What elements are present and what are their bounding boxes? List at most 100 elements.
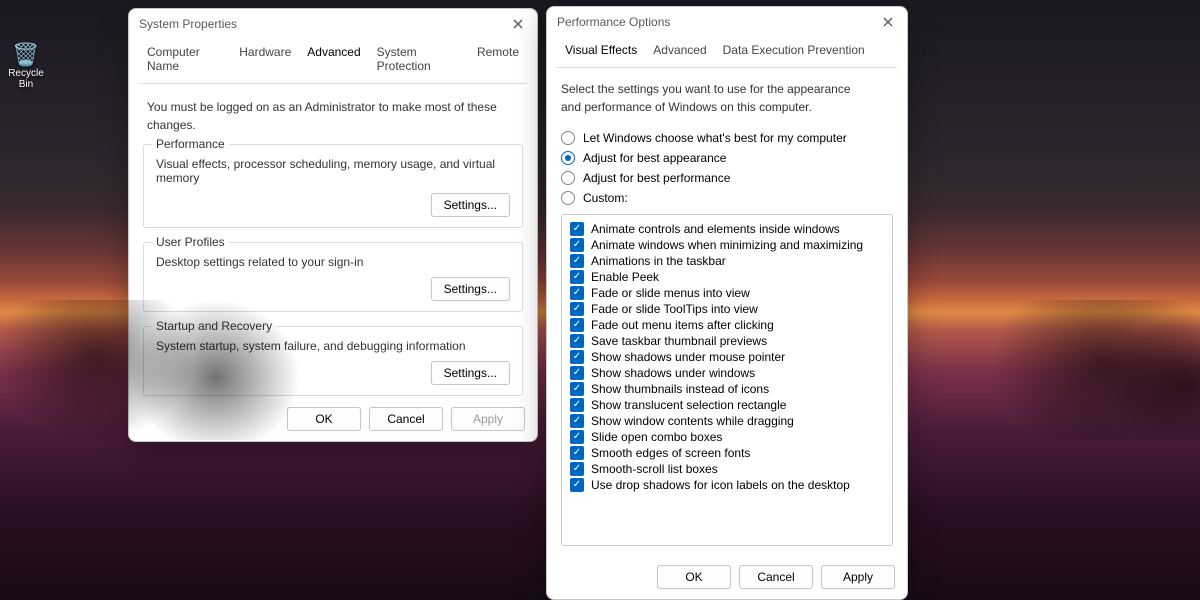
effect-label: Show thumbnails instead of icons (591, 382, 769, 396)
effect-item[interactable]: ✓Show window contents while dragging (570, 413, 884, 429)
effect-item[interactable]: ✓ Show shadows under mouse pointer (570, 349, 884, 365)
effect-label: Fade out menu items after clicking (591, 318, 774, 332)
effect-label: Save taskbar thumbnail previews (591, 334, 767, 348)
recycle-bin-label: Recycle Bin (8, 68, 44, 90)
group-legend: User Profiles (152, 235, 229, 249)
effect-item[interactable]: ✓ Show translucent selection rectangle (570, 397, 884, 413)
tab-advanced[interactable]: Advanced (299, 39, 368, 83)
cancel-button[interactable]: Cancel (739, 565, 813, 589)
group-desc: System startup, system failure, and debu… (156, 337, 510, 361)
group-user-profiles: User Profiles Desktop settings related t… (143, 242, 523, 312)
effect-item[interactable]: ✓ Fade out menu items after clicking (570, 317, 884, 333)
checkbox-icon: ✓ (570, 350, 584, 364)
checkbox-icon: ✓ (570, 398, 584, 412)
group-performance: Performance Visual effects, processor sc… (143, 144, 523, 228)
radio-custom[interactable]: Custom: (561, 188, 893, 208)
apply-button[interactable]: Apply (451, 407, 525, 431)
radio-label: Custom: (583, 191, 628, 205)
checkbox-icon: ✓ (570, 302, 584, 316)
intro-text: Select the settings you want to use for … (561, 80, 871, 116)
apply-button[interactable]: Apply (821, 565, 895, 589)
tab-dep[interactable]: Data Execution Prevention (715, 37, 873, 67)
group-startup-recovery: Startup and Recovery System startup, sys… (143, 326, 523, 396)
cancel-button[interactable]: Cancel (369, 407, 443, 431)
effect-label: Show shadows under windows (591, 366, 755, 380)
effect-label: Animations in the taskbar (591, 254, 726, 268)
tab-remote[interactable]: Remote (469, 39, 527, 83)
checkbox-icon: ✓ (570, 366, 584, 380)
recycle-bin-icon[interactable]: 🗑️ Recycle Bin (4, 42, 48, 90)
ok-button[interactable]: OK (657, 565, 731, 589)
tab-advanced[interactable]: Advanced (645, 37, 714, 67)
effect-item[interactable]: ✓ Enable Peek (570, 269, 884, 285)
tab-hardware[interactable]: Hardware (231, 39, 299, 83)
trash-icon: 🗑️ (4, 42, 48, 68)
performance-settings-button[interactable]: Settings... (431, 193, 510, 217)
radio-best-appearance[interactable]: Adjust for best appearance (561, 148, 893, 168)
radio-label: Let Windows choose what's best for my co… (583, 131, 847, 145)
effect-item[interactable]: ✓Slide open combo boxes (570, 429, 884, 445)
group-desc: Desktop settings related to your sign-in (156, 253, 510, 277)
visual-effects-listbox[interactable]: ✓ Animate controls and elements inside wi… (561, 214, 893, 546)
radio-auto[interactable]: Let Windows choose what's best for my co… (561, 128, 893, 148)
checkbox-icon: ✓ (570, 446, 584, 460)
checkbox-icon: ✓ (570, 478, 584, 492)
checkbox-icon: ✓ (570, 462, 584, 476)
checkbox-icon: ✓ (570, 382, 584, 396)
radio-icon (561, 191, 575, 205)
checkbox-icon: ✓ (570, 286, 584, 300)
tab-visual-effects[interactable]: Visual Effects (557, 37, 645, 67)
appearance-radio-group: Let Windows choose what's best for my co… (561, 128, 893, 208)
radio-best-performance[interactable]: Adjust for best performance (561, 168, 893, 188)
effect-item[interactable]: ✓ Use drop shadows for icon labels on the… (570, 477, 884, 493)
radio-icon (561, 151, 575, 165)
effect-item[interactable]: ✓ Smooth-scroll list boxes (570, 461, 884, 477)
group-legend: Performance (152, 137, 229, 151)
perfopts-tabstrip: Visual Effects Advanced Data Execution P… (547, 33, 907, 67)
checkbox-icon: ✓ (570, 318, 584, 332)
radio-label: Adjust for best appearance (583, 151, 726, 165)
effect-item[interactable]: ✓Smooth edges of screen fonts (570, 445, 884, 461)
checkbox-icon: ✓ (570, 254, 584, 268)
tab-computer-name[interactable]: Computer Name (139, 39, 231, 83)
effect-item[interactable]: ✓ Animations in the taskbar (570, 253, 884, 269)
tab-system-protection[interactable]: System Protection (369, 39, 469, 83)
effect-label: Animate windows when minimizing and maxi… (591, 238, 863, 252)
effect-label: Fade or slide menus into view (591, 286, 750, 300)
performance-options-window: Performance Options Visual Effects Advan… (546, 6, 908, 600)
radio-icon (561, 171, 575, 185)
effect-item[interactable]: ✓ Save taskbar thumbnail previews (570, 333, 884, 349)
radio-icon (561, 131, 575, 145)
effect-item[interactable]: ✓ Fade or slide menus into view (570, 285, 884, 301)
checkbox-icon: ✓ (570, 270, 584, 284)
effect-label: Slide open combo boxes (591, 430, 722, 444)
effect-label: Show window contents while dragging (591, 414, 794, 428)
window-title: Performance Options (557, 15, 670, 29)
effect-item[interactable]: ✓ Fade or slide ToolTips into view (570, 301, 884, 317)
effect-item[interactable]: ✓ Show shadows under windows (570, 365, 884, 381)
sysprops-tabstrip: Computer Name Hardware Advanced System P… (129, 35, 537, 83)
effect-label: Smooth-scroll list boxes (591, 462, 718, 476)
effect-label: Show shadows under mouse pointer (591, 350, 785, 364)
desktop-wallpaper: 🗑️ Recycle Bin System Properties Compute… (0, 0, 1200, 600)
effect-label: Use drop shadows for icon labels on the … (591, 478, 850, 492)
profiles-settings-button[interactable]: Settings... (431, 277, 510, 301)
group-desc: Visual effects, processor scheduling, me… (156, 155, 510, 193)
checkbox-icon: ✓ (570, 222, 584, 236)
effect-item[interactable]: ✓ Show thumbnails instead of icons (570, 381, 884, 397)
group-legend: Startup and Recovery (152, 319, 276, 333)
effect-item[interactable]: ✓ Animate windows when minimizing and max… (570, 237, 884, 253)
admin-notice: You must be logged on as an Administrato… (147, 98, 523, 134)
window-title: System Properties (139, 17, 237, 31)
effect-label: Enable Peek (591, 270, 659, 284)
close-icon[interactable] (509, 15, 527, 33)
effect-label: Show translucent selection rectangle (591, 398, 786, 412)
close-icon[interactable] (879, 13, 897, 31)
checkbox-icon: ✓ (570, 238, 584, 252)
effect-label: Animate controls and elements inside win… (591, 222, 840, 236)
effect-label: Fade or slide ToolTips into view (591, 302, 758, 316)
ok-button[interactable]: OK (287, 407, 361, 431)
effect-item[interactable]: ✓ Animate controls and elements inside wi… (570, 221, 884, 237)
startup-settings-button[interactable]: Settings... (431, 361, 510, 385)
checkbox-icon: ✓ (570, 334, 584, 348)
